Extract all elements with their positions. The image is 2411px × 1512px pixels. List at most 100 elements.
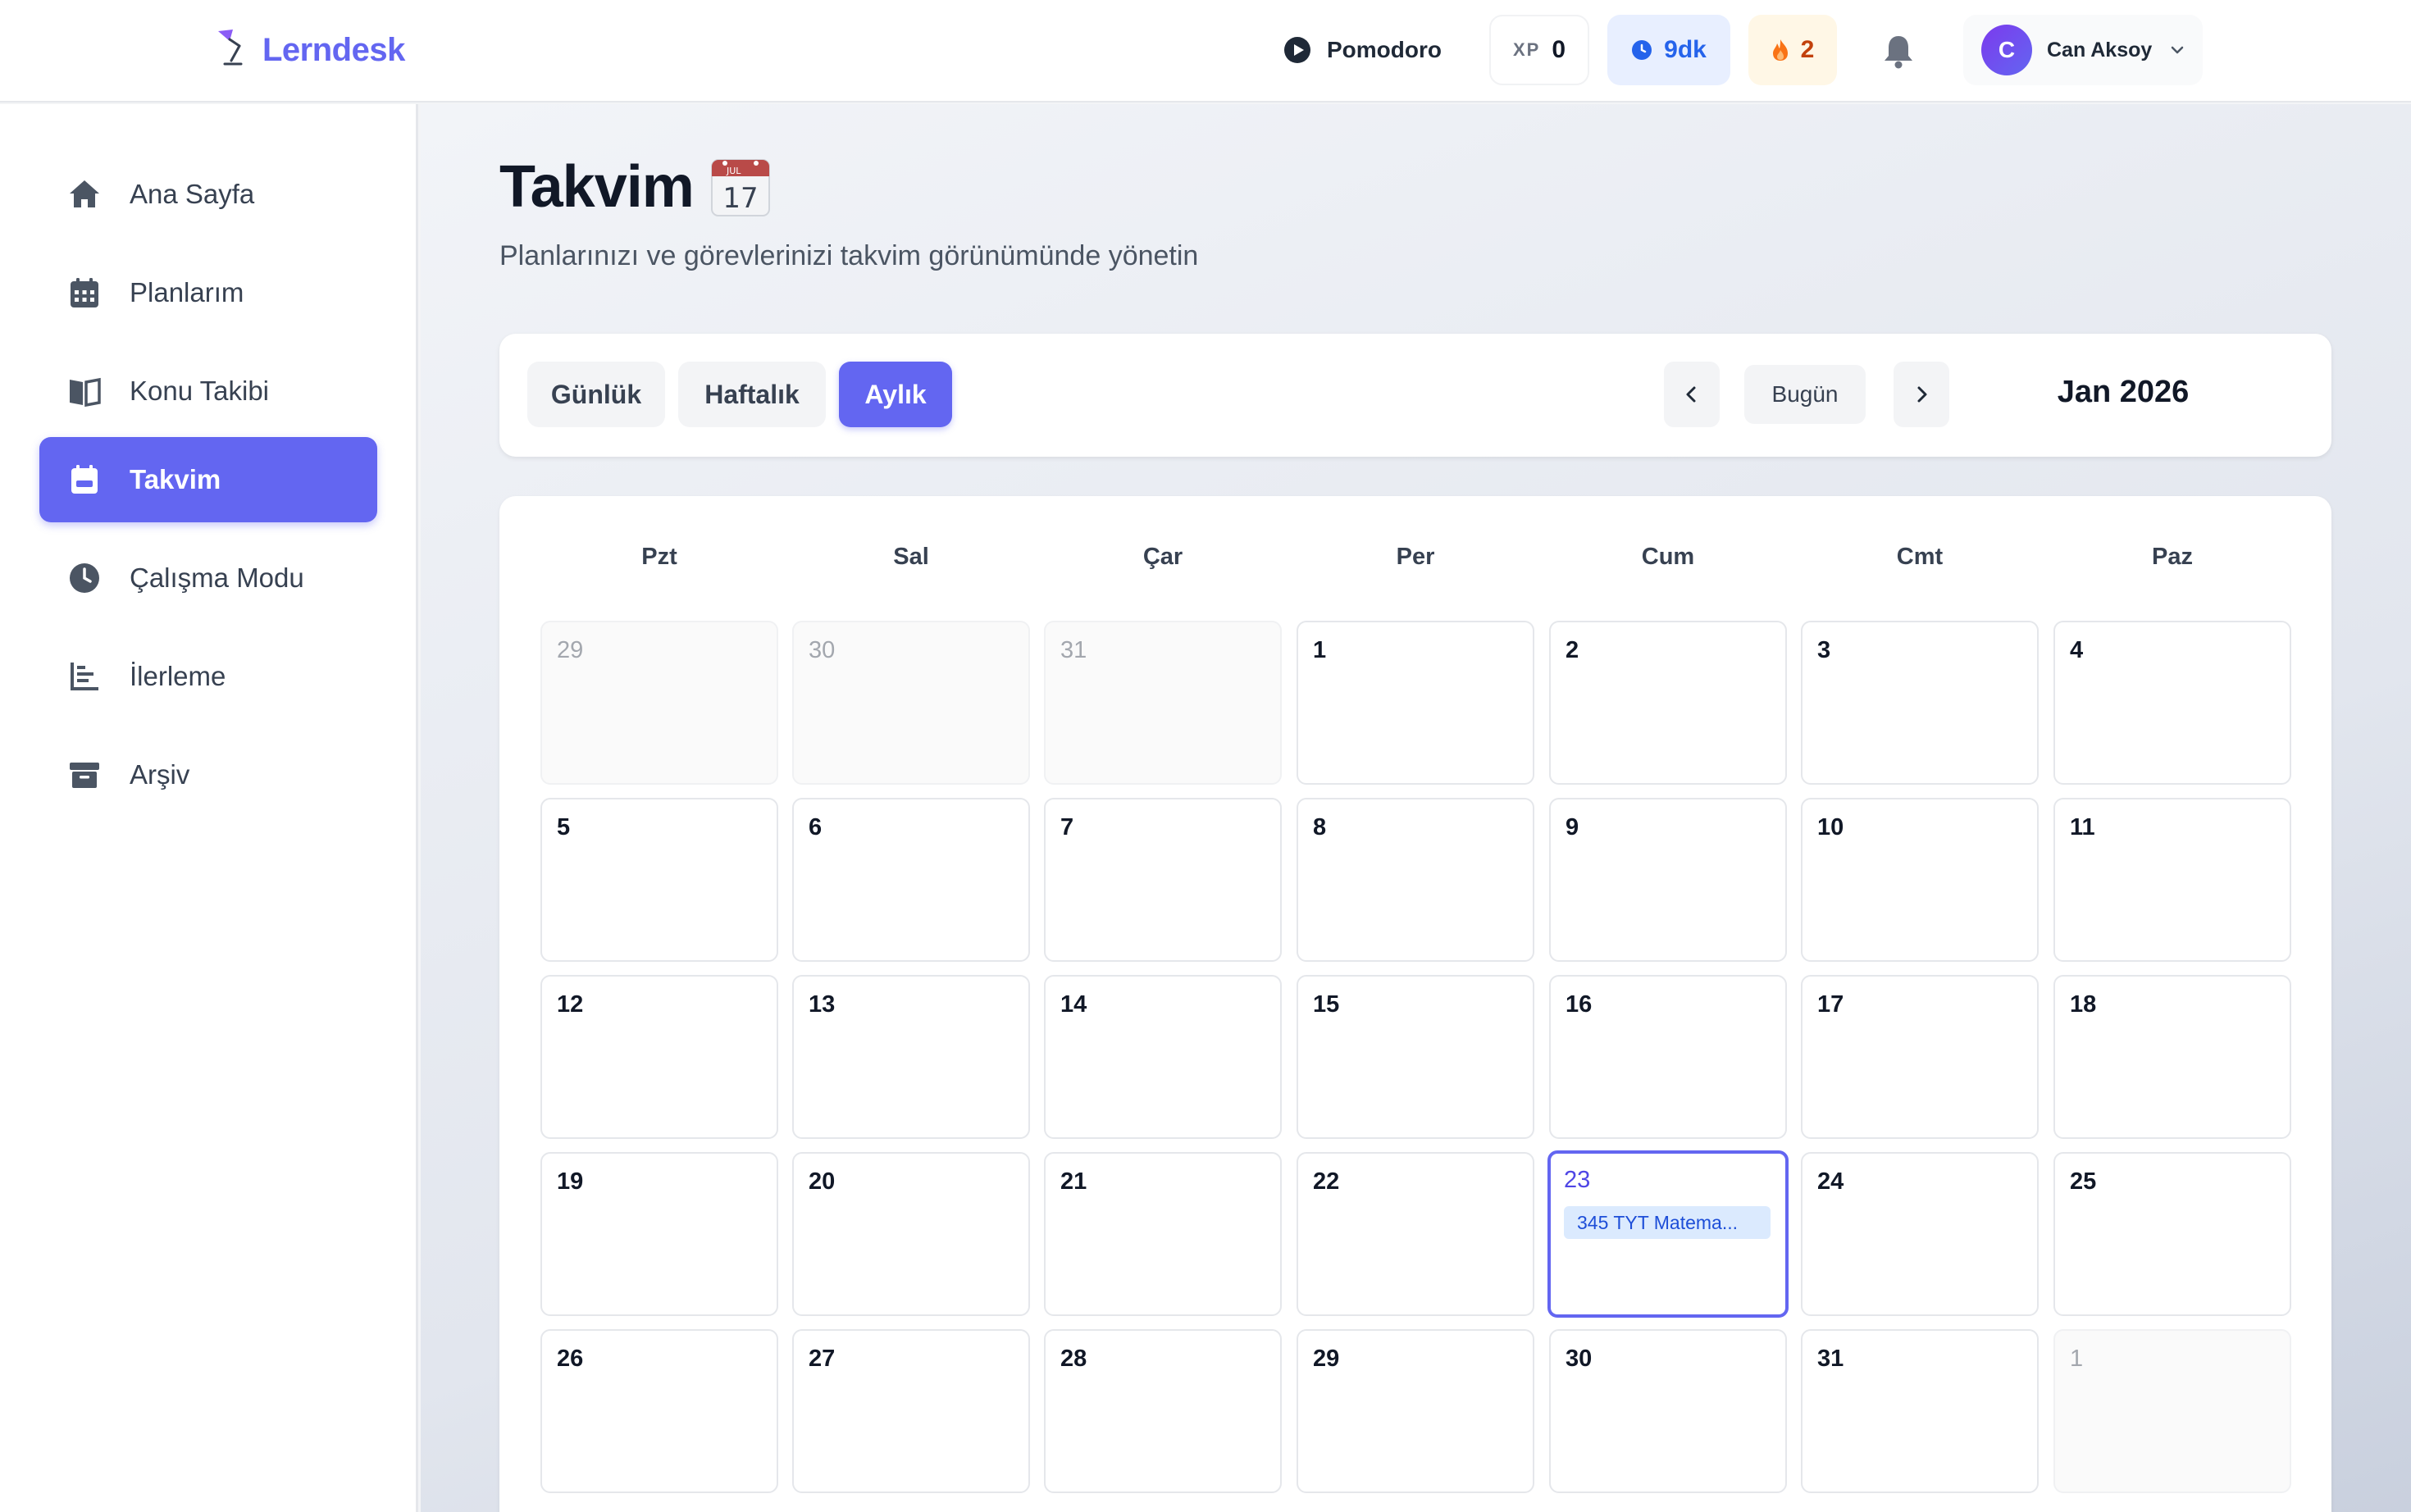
day-cell[interactable]: 11 [2053, 798, 2291, 962]
day-cell[interactable]: 24 [1801, 1152, 2039, 1316]
previous-month-button[interactable] [1664, 362, 1720, 427]
day-cell[interactable]: 30 [1549, 1329, 1787, 1493]
day-number: 2 [1566, 637, 1579, 663]
weekday-header: Cum [1641, 544, 1695, 570]
day-cell[interactable]: 2 [1549, 621, 1787, 785]
day-number: 4 [2070, 637, 2084, 663]
day-cell[interactable]: 9 [1549, 798, 1787, 962]
book-open-icon [70, 377, 101, 408]
day-cell[interactable]: 10 [1801, 798, 2039, 962]
day-number: 18 [2070, 991, 2097, 1018]
pomodoro-button[interactable]: Pomodoro [1283, 31, 1442, 69]
day-number: 22 [1313, 1168, 1340, 1195]
day-number: 30 [1566, 1346, 1593, 1372]
sidebar-item-label: Takvim [130, 464, 221, 494]
day-number: 8 [1313, 814, 1327, 840]
day-cell[interactable]: 26 [540, 1329, 778, 1493]
day-cell[interactable]: 29 [540, 621, 778, 785]
chevron-down-icon [2172, 46, 2184, 54]
day-cell[interactable]: 17 [1801, 975, 2039, 1139]
sidebar-item-ana-sayfa[interactable]: Ana Sayfa [39, 152, 377, 237]
day-cell[interactable]: 22 [1297, 1152, 1534, 1316]
day-number: 27 [809, 1346, 836, 1372]
day-cell[interactable]: 20 [792, 1152, 1030, 1316]
sidebar-item-konu-takibi[interactable]: Konu Takibi [39, 348, 377, 434]
sidebar-item-ilerleme[interactable]: İlerleme [39, 634, 377, 719]
study-time-badge: 9dk [1607, 15, 1730, 85]
day-number: 28 [1060, 1346, 1087, 1372]
app-name: Lerndesk [262, 31, 405, 68]
day-number: 11 [2070, 814, 2095, 840]
day-number: 7 [1060, 814, 1074, 840]
bar-chart-icon [71, 663, 98, 690]
day-number: 29 [1313, 1346, 1340, 1372]
day-cell-today[interactable]: 23 345 TYT Matema... [1547, 1150, 1789, 1318]
today-button[interactable]: Bugün [1744, 365, 1866, 424]
day-number: 25 [2070, 1168, 2097, 1195]
chevron-left-icon [1686, 386, 1696, 403]
current-month-label: Jan 2026 [2057, 375, 2190, 409]
day-cell[interactable]: 4 [2053, 621, 2291, 785]
bell-icon[interactable] [1878, 31, 1919, 72]
day-number: 16 [1566, 991, 1593, 1018]
weekday-header: Paz [2152, 544, 2193, 570]
day-cell[interactable]: 29 [1297, 1329, 1534, 1493]
day-cell[interactable]: 6 [792, 798, 1030, 962]
study-time-value: 9dk [1664, 36, 1707, 63]
sidebar: Ana Sayfa Planlarım Konu Takibi Takvim Ç… [0, 104, 418, 1512]
day-cell[interactable]: 8 [1297, 798, 1534, 962]
day-cell[interactable]: 16 [1549, 975, 1787, 1139]
sidebar-item-label: Ana Sayfa [130, 179, 255, 209]
day-cell[interactable]: 14 [1044, 975, 1282, 1139]
sidebar-item-takvim[interactable]: Takvim [39, 437, 377, 522]
day-cell[interactable]: 31 [1801, 1329, 2039, 1493]
day-cell[interactable]: 5 [540, 798, 778, 962]
next-month-button[interactable] [1894, 362, 1949, 427]
day-number: 1 [2070, 1346, 2084, 1372]
day-cell[interactable]: 21 [1044, 1152, 1282, 1316]
day-cell[interactable]: 18 [2053, 975, 2291, 1139]
view-weekly-button[interactable]: Haftalık [678, 362, 826, 427]
view-daily-button[interactable]: Günlük [527, 362, 665, 427]
streak-badge: 2 [1748, 15, 1837, 85]
month-calendar: Pzt Sal Çar Per Cum Cmt Paz 29 30 31 1 2 3 4 5 6 7 8 9 10 11… [499, 496, 2331, 1512]
sidebar-item-planlarim[interactable]: Planlarım [39, 250, 377, 335]
calendar-grid-icon [71, 278, 98, 307]
day-number: 30 [809, 637, 836, 663]
sidebar-item-arsiv[interactable]: Arşiv [39, 732, 377, 817]
sidebar-item-label: Planlarım [130, 277, 244, 307]
day-number: 6 [809, 814, 823, 840]
day-cell[interactable]: 25 [2053, 1152, 2291, 1316]
calendar-event[interactable]: 345 TYT Matema... [1564, 1206, 1771, 1239]
day-cell[interactable]: 3 [1801, 621, 2039, 785]
weekday-header: Cmt [1896, 544, 1944, 570]
calendar-emoji-icon: JUL 17 [710, 159, 770, 216]
day-cell[interactable]: 30 [792, 621, 1030, 785]
day-number: 31 [1060, 637, 1087, 663]
home-icon [70, 180, 99, 207]
day-cell[interactable]: 27 [792, 1329, 1030, 1493]
calendar-toolbar: Günlük Haftalık Aylık Bugün Jan 2026 [499, 334, 2331, 457]
day-cell[interactable]: 1 [1297, 621, 1534, 785]
day-cell[interactable]: 1 [2053, 1329, 2291, 1493]
day-number: 17 [1817, 991, 1844, 1018]
day-number: 29 [557, 637, 584, 663]
day-cell[interactable]: 19 [540, 1152, 778, 1316]
day-cell[interactable]: 15 [1297, 975, 1534, 1139]
day-number: 21 [1060, 1168, 1087, 1195]
app-logo[interactable]: Lerndesk [215, 28, 405, 72]
weekday-header: Pzt [641, 544, 677, 570]
page-title: Takvim JUL 17 [499, 153, 771, 221]
lamp-logo-icon [218, 30, 243, 66]
sidebar-item-calisma-modu[interactable]: Çalışma Modu [39, 535, 377, 621]
day-cell[interactable]: 28 [1044, 1329, 1282, 1493]
day-number: 5 [557, 814, 571, 840]
day-cell[interactable]: 31 [1044, 621, 1282, 785]
sidebar-item-label: İlerleme [130, 661, 226, 691]
day-cell[interactable]: 12 [540, 975, 778, 1139]
day-cell[interactable]: 7 [1044, 798, 1282, 962]
user-menu[interactable]: C Can Aksoy [1963, 15, 2203, 85]
day-number: 13 [809, 991, 836, 1018]
view-monthly-button[interactable]: Aylık [839, 362, 952, 427]
day-cell[interactable]: 13 [792, 975, 1030, 1139]
